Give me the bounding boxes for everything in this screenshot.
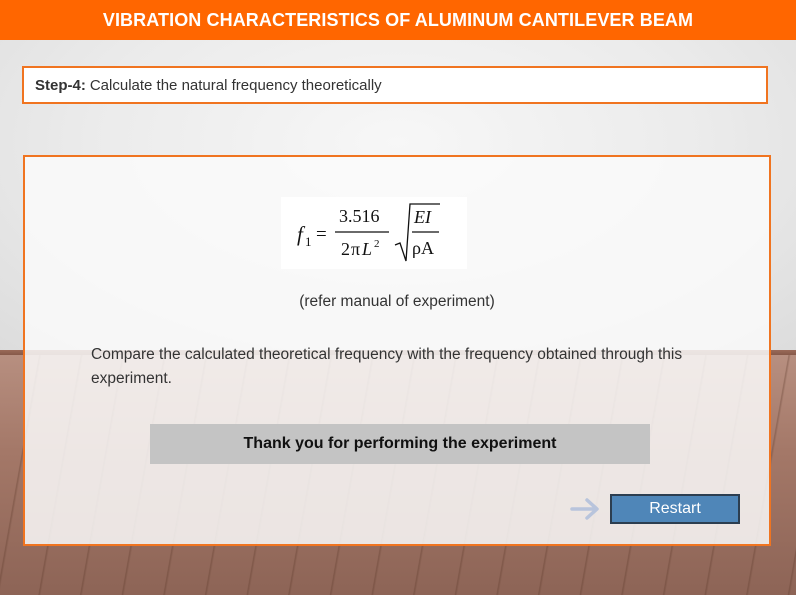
compare-instruction-text: Compare the calculated theoretical frequ…: [91, 346, 683, 387]
formula-equals: =: [316, 224, 327, 245]
formula-numerator: 3.516: [339, 206, 380, 226]
step-text: Calculate the natural frequency theoreti…: [89, 76, 382, 94]
frequency-formula: f 1 = 3.516 2 π L 2 EI ρA: [281, 197, 467, 269]
formula-denominator-exp: 2: [374, 238, 380, 250]
formula-denominator-coef: 2: [341, 239, 350, 259]
formula-root-denominator: ρA: [412, 238, 434, 258]
content-panel: f 1 = 3.516 2 π L 2 EI ρA (refer manual …: [23, 155, 771, 546]
page-title: VIBRATION CHARACTERISTICS OF ALUMINUM CA…: [0, 0, 796, 40]
formula-denominator-pi: π: [351, 239, 360, 259]
formula-denominator-var: L: [361, 239, 372, 259]
step-instruction: Step-4: Calculate the natural frequency …: [22, 66, 768, 104]
restart-button[interactable]: Restart: [610, 494, 740, 524]
formula-lhs-subscript: 1: [305, 234, 312, 249]
step-label: Step-4:: [35, 76, 86, 94]
arrow-right-icon: [570, 495, 602, 523]
refer-manual-text: (refer manual of experiment): [299, 293, 495, 310]
thank-you-banner: Thank you for performing the experiment: [150, 424, 650, 464]
formula-root-numerator: EI: [413, 207, 432, 227]
